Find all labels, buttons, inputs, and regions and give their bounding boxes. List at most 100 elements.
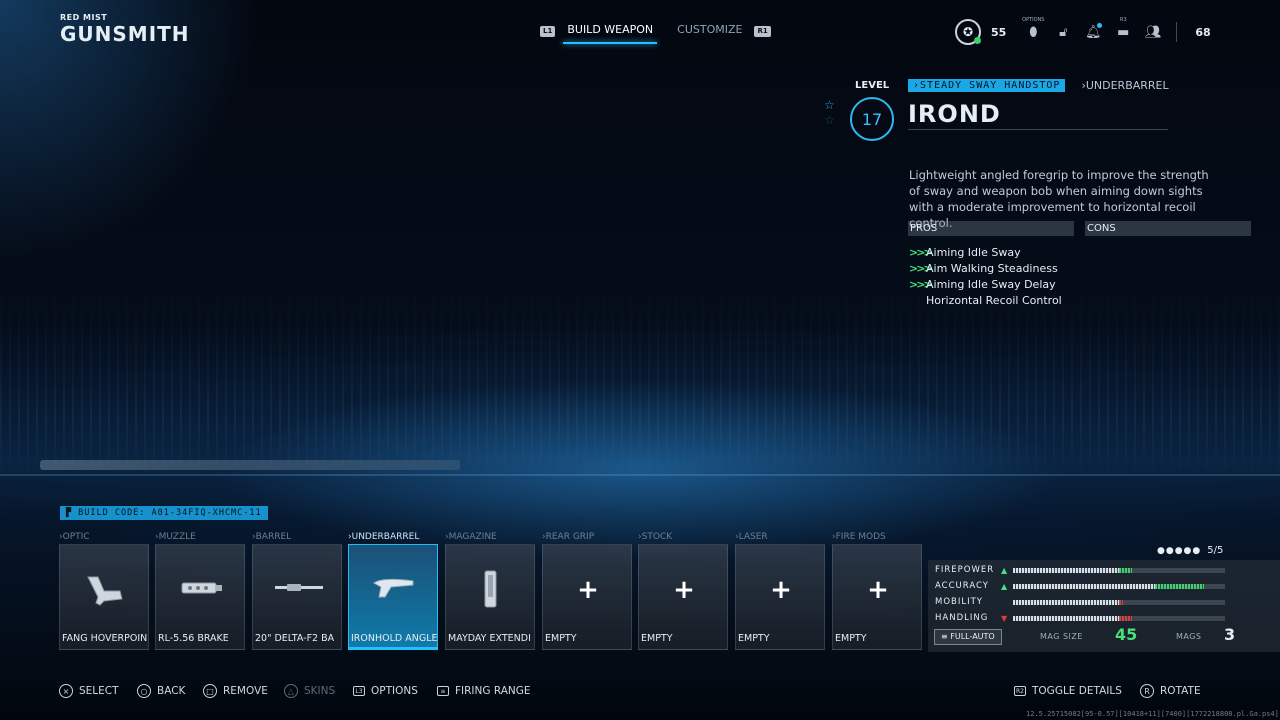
footer-label: REMOVE bbox=[223, 685, 268, 697]
slot-attachment-name: EMPTY bbox=[835, 633, 867, 644]
l3-button-icon: L3 bbox=[353, 686, 365, 696]
slot-muzzle[interactable]: RL-5.56 BRAKE bbox=[155, 544, 245, 650]
mag-size-value: 45 bbox=[1115, 625, 1138, 644]
slot-stock[interactable]: + EMPTY bbox=[638, 544, 728, 650]
tab-build-weapon[interactable]: BUILD WEAPON bbox=[563, 23, 657, 44]
options-label: OPTIONS bbox=[1022, 16, 1045, 23]
stat-label: MOBILITY bbox=[935, 597, 983, 607]
slot-attachment-name: EMPTY bbox=[738, 633, 770, 644]
footer-label: FIRING RANGE bbox=[455, 685, 531, 697]
mags-label: MAGS bbox=[1176, 632, 1202, 641]
toggle-details-button[interactable]: R2 TOGGLE DETAILS bbox=[1014, 683, 1122, 699]
fire-mode-badge: ≡ FULL-AUTO bbox=[934, 629, 1002, 645]
slot-category-stock: ›STOCK bbox=[638, 532, 673, 542]
slot-category-laser: ›LASER bbox=[735, 532, 768, 542]
attachment-count: ●●●●● 5/5 bbox=[1157, 545, 1223, 556]
slot-optic[interactable]: FANG HOVERPOIN bbox=[59, 544, 149, 650]
mag-size-label: MAG SIZE bbox=[1040, 632, 1083, 641]
magazine-icon bbox=[484, 570, 497, 608]
rotate-button[interactable]: R ROTATE bbox=[1140, 683, 1201, 699]
players-online-count: 68 bbox=[1195, 25, 1211, 39]
pros-header: PROS bbox=[908, 221, 1074, 236]
top-right-status: ✪ 55 OPTIONS ⬮ 🔓︎ 🔔︎ R3 ▬ 👥︎ 68 bbox=[955, 17, 1223, 46]
footer-label: SKINS bbox=[304, 685, 336, 697]
stat-accuracy: ACCURACY ▲ bbox=[935, 579, 1225, 593]
skins-button[interactable]: △ SKINS bbox=[284, 683, 335, 699]
slot-attachment-name: EMPTY bbox=[641, 633, 673, 644]
pro-item: Horizontal Recoil Control bbox=[909, 293, 1062, 309]
firing-range-button[interactable]: ≡ FIRING RANGE bbox=[437, 683, 531, 699]
r3-controller-icon[interactable]: R3 ▬ bbox=[1108, 17, 1138, 40]
stat-up-arrow-icon: ▲ bbox=[1001, 581, 1008, 591]
breadcrumb-current-label: STEADY SWAY HANDSTOP bbox=[920, 80, 1061, 91]
touchpad-button-icon: ≡ bbox=[437, 686, 449, 696]
add-attachment-plus-icon: + bbox=[770, 575, 792, 605]
slot-attachment-name: 20" DELTA-F2 BA bbox=[255, 633, 335, 644]
footer-label: TOGGLE DETAILS bbox=[1032, 685, 1122, 697]
unlock-icon: 🔓︎ bbox=[1059, 24, 1068, 40]
select-button[interactable]: × SELECT bbox=[59, 683, 119, 699]
slot-category-fire-mods: ›FIRE MODS bbox=[832, 532, 886, 542]
slot-attachment-name: EMPTY bbox=[545, 633, 577, 644]
player-avatar-icon[interactable]: ✪ bbox=[955, 19, 981, 45]
slot-laser[interactable]: + EMPTY bbox=[735, 544, 825, 650]
weapon-name: RED MIST bbox=[60, 13, 108, 22]
slot-attachment-name: RL-5.56 BRAKE bbox=[158, 633, 229, 644]
stat-handling: HANDLING ▼ bbox=[935, 611, 1225, 625]
stat-label: FIREPOWER bbox=[935, 565, 995, 575]
r2-button-icon: R2 bbox=[1014, 686, 1026, 696]
remove-button[interactable]: □ REMOVE bbox=[203, 683, 268, 699]
stat-bar bbox=[1013, 599, 1225, 605]
slot-barrel[interactable]: 20" DELTA-F2 BA bbox=[252, 544, 342, 650]
attachment-dots-icon: ●●●●● bbox=[1157, 546, 1202, 556]
pros-list: >>>Aiming Idle Sway >>>Aim Walking Stead… bbox=[909, 245, 1062, 309]
build-code-badge[interactable]: ▛ BUILD CODE: A01-34FIQ-XHCMC-11 bbox=[60, 506, 268, 520]
online-status-dot bbox=[974, 37, 981, 44]
notification-bell-icon[interactable]: 🔔︎ bbox=[1078, 22, 1108, 40]
attachment-count-value: 5/5 bbox=[1207, 545, 1224, 556]
slot-rear-grip[interactable]: + EMPTY bbox=[542, 544, 632, 650]
pro-chevron-icon: >>> bbox=[909, 278, 933, 291]
slot-category-label: UNDERBARREL bbox=[351, 532, 420, 542]
breadcrumb-current: ›STEADY SWAY HANDSTOP bbox=[908, 79, 1066, 92]
stat-label: HANDLING bbox=[935, 613, 989, 623]
level-value: 17 bbox=[861, 109, 883, 129]
back-button[interactable]: ○ BACK bbox=[137, 683, 185, 699]
cons-header: CONS bbox=[1085, 221, 1251, 236]
stat-down-arrow-icon: ▼ bbox=[1001, 613, 1008, 623]
slot-underbarrel[interactable]: IRONHOLD ANGLE bbox=[348, 544, 438, 650]
slot-attachment-name: MAYDAY EXTENDI bbox=[448, 633, 531, 644]
build-version-text: 12.5.25715082[95-0.57][10418+11][7400][1… bbox=[1026, 710, 1280, 718]
slot-category-muzzle: ›MUZZLE bbox=[155, 532, 196, 542]
slot-magazine[interactable]: MAYDAY EXTENDI bbox=[445, 544, 535, 650]
pro-item-label: Aiming Idle Sway Delay bbox=[926, 278, 1056, 291]
pro-item-label: Aim Walking Steadiness bbox=[926, 262, 1058, 275]
add-attachment-plus-icon: + bbox=[577, 575, 599, 605]
level-ring: 17 bbox=[850, 97, 894, 141]
underbarrel-icon bbox=[373, 578, 414, 598]
background-light-streaks bbox=[0, 280, 1280, 480]
stat-bar bbox=[1013, 567, 1225, 573]
slot-category-label: MAGAZINE bbox=[448, 532, 497, 542]
breadcrumb: ›STEADY SWAY HANDSTOP ›UNDERBARREL bbox=[908, 79, 1169, 92]
friends-icon[interactable]: 👥︎ bbox=[1138, 25, 1168, 40]
muzzle-icon bbox=[181, 582, 222, 594]
options-button-icon[interactable]: OPTIONS ⬮ bbox=[1018, 17, 1048, 40]
stat-mobility: MOBILITY bbox=[935, 595, 1225, 609]
slot-category-label: STOCK bbox=[641, 532, 673, 542]
barrel-icon bbox=[275, 584, 323, 591]
breadcrumb-category[interactable]: ›UNDERBARREL bbox=[1081, 79, 1168, 92]
slot-category-label: OPTIC bbox=[62, 532, 90, 542]
footer-label: OPTIONS bbox=[371, 685, 418, 697]
options-button[interactable]: L3 OPTIONS bbox=[353, 683, 418, 699]
pro-chevron-icon: >>> bbox=[909, 246, 933, 259]
favorite-star-icon[interactable]: ☆ bbox=[824, 98, 835, 112]
add-attachment-plus-icon: + bbox=[673, 575, 695, 605]
attachment-name: IROND bbox=[908, 100, 1001, 128]
footer-label: BACK bbox=[157, 685, 186, 697]
pro-item: >>>Aiming Idle Sway Delay bbox=[909, 277, 1062, 293]
tab-customize[interactable]: CUSTOMIZE bbox=[677, 23, 742, 40]
stat-label: ACCURACY bbox=[935, 581, 989, 591]
slot-fire-mods[interactable]: + EMPTY bbox=[832, 544, 922, 650]
stat-bar bbox=[1013, 583, 1225, 589]
